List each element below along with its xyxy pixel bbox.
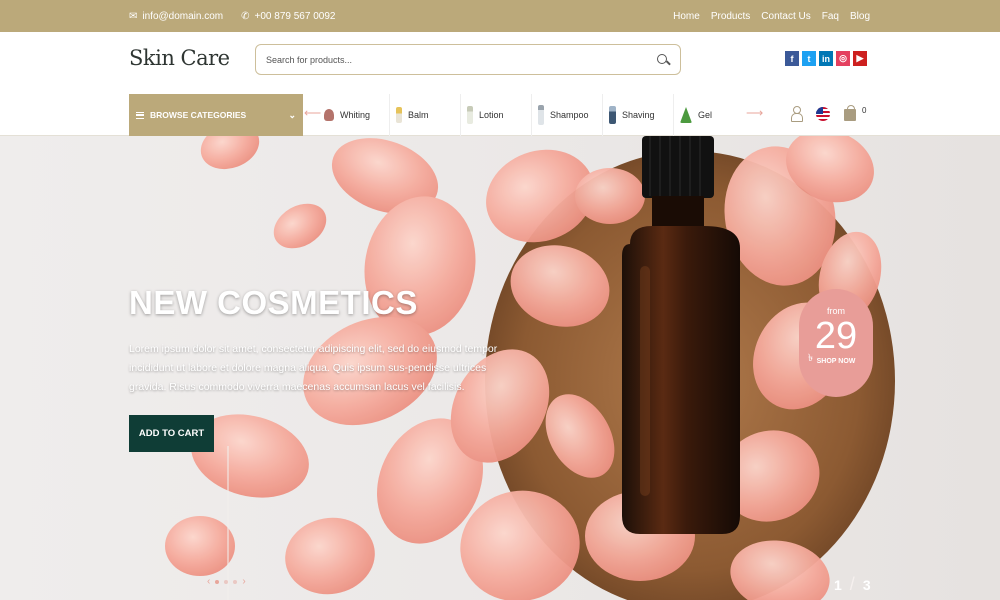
link-home[interactable]: Home: [673, 11, 700, 22]
slide-separator: /: [849, 574, 855, 594]
hero-slider: NEW COSMETICS Lorem ipsum dolor sit amet…: [0, 136, 1000, 600]
category-label: Shaving: [622, 110, 655, 120]
contact-info: ✉ info@domain.com ✆ +00 879 567 0092: [129, 0, 335, 32]
user-icon[interactable]: [790, 106, 803, 122]
slide-current: 1: [834, 576, 842, 593]
category-shaving[interactable]: Shaving: [602, 94, 673, 136]
logo[interactable]: Skin Care: [129, 46, 230, 70]
slide-total: 3: [862, 576, 871, 593]
add-to-cart-button[interactable]: ADD TO CART: [129, 415, 214, 452]
category-shampoo[interactable]: Shampoo: [531, 94, 602, 136]
top-links: Home Products Contact Us Faq Blog: [673, 0, 870, 32]
phone-text: +00 879 567 0092: [254, 10, 336, 22]
header: Skin Care f t in ◎ ▶: [0, 32, 1000, 94]
social-links: f t in ◎ ▶: [785, 51, 867, 66]
category-balm[interactable]: Balm: [389, 94, 460, 136]
product-thumbnail: [680, 107, 692, 123]
top-bar: ✉ info@domain.com ✆ +00 879 567 0092 Home …: [0, 0, 1000, 32]
category-lotion[interactable]: Lotion: [460, 94, 531, 136]
link-products[interactable]: Products: [711, 11, 750, 22]
email-text: info@domain.com: [142, 10, 224, 22]
slider-pagination: ‹ ›: [207, 576, 246, 587]
product-thumbnail: [538, 105, 544, 125]
youtube-icon[interactable]: ▶: [853, 51, 867, 66]
slide-dot[interactable]: [215, 579, 220, 584]
link-contact-us[interactable]: Contact Us: [761, 11, 810, 22]
product-thumbnail: [467, 106, 473, 124]
category-label: Balm: [408, 110, 429, 120]
cart-count: 0: [862, 106, 867, 115]
next-slide-icon[interactable]: ›: [242, 576, 245, 587]
currency-symbol: ৳: [808, 353, 813, 364]
facebook-icon[interactable]: f: [785, 51, 799, 66]
hero-description: Lorem ipsum dolor sit amet, consectetur …: [129, 343, 498, 393]
category-label: Lotion: [479, 110, 504, 120]
envelope-icon: ✉: [129, 10, 138, 22]
instagram-icon[interactable]: ◎: [836, 51, 850, 66]
category-nav: BROWSE CATEGORIES ⌄ ⟵ Whiting Balm Lotio…: [0, 94, 1000, 136]
chevron-down-icon: ⌄: [288, 109, 296, 120]
badge-price: ৳ 29: [799, 315, 873, 364]
category-label: Whiting: [340, 110, 371, 120]
category-label: Shampoo: [550, 110, 589, 120]
category-whiting[interactable]: Whiting: [318, 94, 389, 136]
product-thumbnail: [609, 106, 616, 124]
shopping-bag-icon[interactable]: [844, 105, 856, 121]
slide-dot[interactable]: [233, 579, 238, 584]
email-contact[interactable]: ✉ info@domain.com: [129, 11, 223, 22]
slide-counter: 1 / 3: [834, 574, 871, 595]
hamburger-icon: [136, 111, 144, 119]
browse-categories-button[interactable]: BROWSE CATEGORIES ⌄: [129, 94, 303, 136]
search-input[interactable]: [266, 54, 656, 65]
us-flag-icon[interactable]: [816, 106, 830, 121]
linkedin-icon[interactable]: in: [819, 51, 833, 66]
category-gel[interactable]: Gel: [673, 94, 744, 136]
price-badge[interactable]: from ৳ 29 SHOP NOW: [799, 289, 873, 397]
search-bar: [255, 44, 681, 75]
slide-dot[interactable]: [224, 579, 229, 584]
search-icon[interactable]: [656, 53, 670, 67]
nav-icons: [790, 105, 856, 122]
prev-slide-icon[interactable]: ‹: [207, 576, 210, 587]
category-label: Gel: [698, 110, 713, 120]
phone-contact[interactable]: ✆ +00 879 567 0092: [241, 11, 335, 22]
product-thumbnail: [324, 109, 334, 121]
twitter-icon[interactable]: t: [802, 51, 816, 66]
category-list: Whiting Balm Lotion Shampoo Shaving Gel: [318, 94, 744, 136]
arrow-right-icon[interactable]: ⟶: [746, 106, 763, 120]
phone-icon: ✆: [241, 10, 250, 22]
price-amount: 29: [814, 315, 858, 357]
browse-label: BROWSE CATEGORIES: [150, 110, 247, 120]
link-blog[interactable]: Blog: [850, 11, 870, 22]
hero-title: NEW COSMETICS: [129, 284, 418, 321]
product-thumbnail: [396, 107, 402, 123]
link-faq[interactable]: Faq: [822, 11, 839, 22]
